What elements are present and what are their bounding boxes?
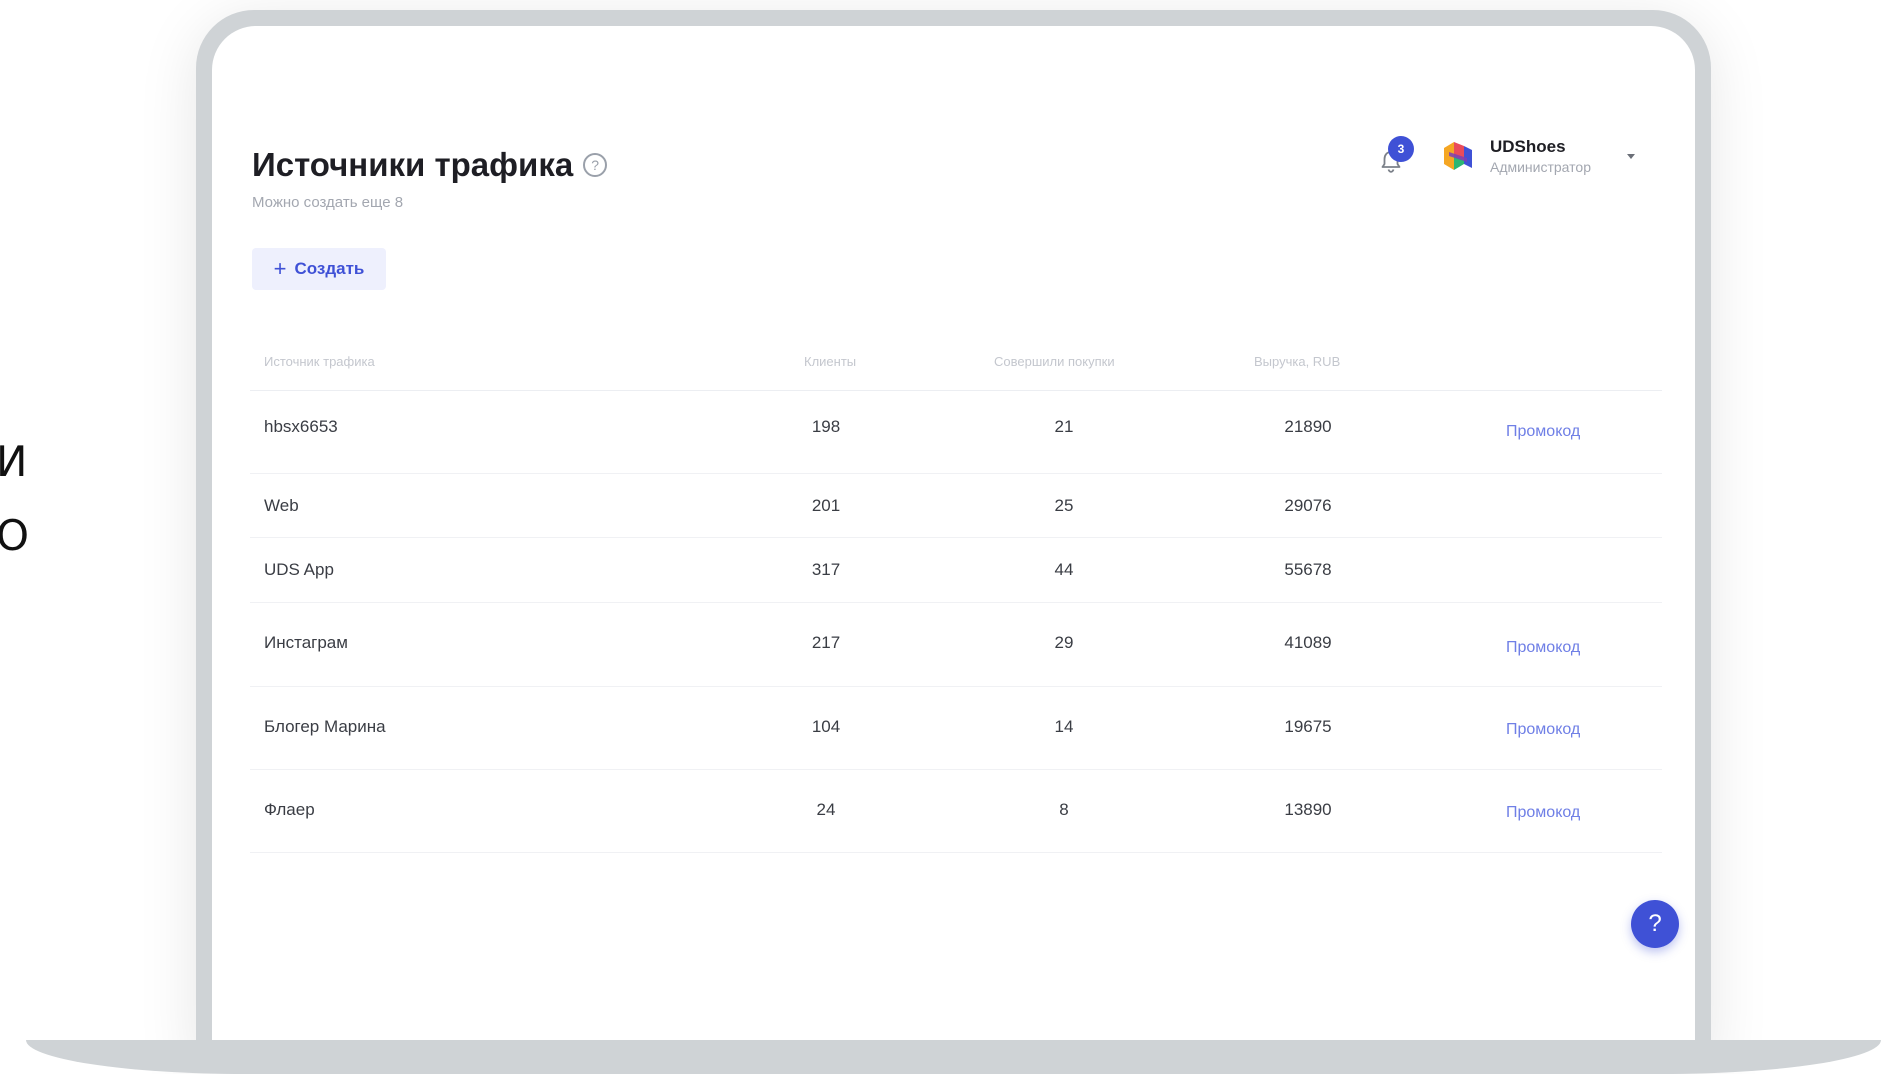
uds-logo-icon [1443, 142, 1472, 170]
page-title: Источники трафика [252, 146, 574, 183]
cell-clients: 104 [811, 717, 841, 736]
promo-link[interactable]: Промокод [1506, 804, 1580, 822]
column-header-revenue: Выручка, RUB [1254, 354, 1341, 369]
cell-revenue: 29076 [1284, 496, 1332, 515]
cell-revenue: 13890 [1284, 800, 1332, 819]
cell-source: Флаер [264, 800, 315, 819]
cell-clients: 198 [811, 417, 841, 436]
cell-source: hbsx6653 [264, 417, 338, 436]
title-row: Источники трафика ? [252, 146, 608, 184]
background-side-text: И О [0, 425, 29, 573]
user-role: Администратор [1489, 159, 1591, 175]
side-letter: О [0, 511, 30, 560]
cell-revenue: 55678 [1284, 560, 1332, 579]
table-row[interactable]: hbsx6653 198 21 21890 Промокод [250, 391, 1662, 474]
user-name: UDShoes [1489, 137, 1566, 156]
cell-source: Инстаграм [264, 633, 348, 652]
cell-revenue: 19675 [1284, 717, 1332, 736]
column-header-source: Источник трафика [264, 354, 375, 369]
notification-badge: 3 [1387, 136, 1414, 162]
cell-purchases: 8 [1059, 800, 1069, 819]
create-button-label: Создать [294, 259, 365, 278]
table-row[interactable]: Инстаграм 217 29 41089 Промокод [250, 603, 1662, 687]
table-row[interactable]: Блогер Марина 104 14 19675 Промокод [250, 687, 1662, 770]
promo-link[interactable]: Промокод [1506, 639, 1580, 657]
cell-revenue: 21890 [1284, 417, 1332, 436]
cell-source: Web [264, 496, 299, 515]
cell-source: Блогер Марина [264, 717, 386, 736]
help-circle-icon[interactable]: ? [583, 153, 608, 177]
cell-clients: 24 [816, 800, 836, 819]
cell-purchases: 29 [1054, 633, 1074, 652]
table-row[interactable]: Флаер 24 8 13890 Промокод [250, 770, 1662, 853]
notifications-button[interactable]: 3 [1376, 136, 1414, 176]
table-row[interactable]: Web 201 25 29076 [250, 474, 1662, 538]
promo-link[interactable]: Промокод [1506, 423, 1580, 441]
table-row[interactable]: UDS App 317 44 55678 [250, 538, 1662, 603]
chevron-down-icon[interactable] [1627, 153, 1635, 159]
column-header-purchases: Совершили покупки [994, 354, 1115, 369]
laptop-frame: Источники трафика ? Можно создать еще 8 … [196, 10, 1711, 1064]
side-letter: И [0, 437, 28, 486]
header-user-area: 3 UDShoes Администратор [1376, 136, 1635, 176]
help-chat-button[interactable]: ? [1631, 900, 1679, 948]
laptop-base [26, 1040, 1881, 1074]
column-header-clients: Клиенты [804, 354, 857, 369]
page-subtitle: Можно создать еще 8 [252, 194, 404, 211]
create-button[interactable]: + Создать [252, 248, 386, 290]
promo-link[interactable]: Промокод [1506, 721, 1580, 739]
cell-purchases: 25 [1054, 496, 1074, 515]
cell-source: UDS App [264, 560, 334, 579]
cell-purchases: 21 [1054, 417, 1074, 436]
cell-revenue: 41089 [1284, 633, 1332, 652]
traffic-sources-table: Источник трафика Клиенты Совершили покуп… [250, 334, 1662, 853]
cell-purchases: 14 [1054, 717, 1074, 736]
cell-clients: 317 [811, 560, 841, 579]
cell-clients: 217 [811, 633, 841, 652]
user-account-menu[interactable]: UDShoes Администратор [1490, 137, 1591, 175]
table-header: Источник трафика Клиенты Совершили покуп… [250, 334, 1662, 391]
cell-clients: 201 [811, 496, 841, 515]
plus-icon: + [273, 256, 287, 281]
app-screen: Источники трафика ? Можно создать еще 8 … [212, 26, 1695, 1064]
cell-purchases: 44 [1054, 560, 1074, 579]
